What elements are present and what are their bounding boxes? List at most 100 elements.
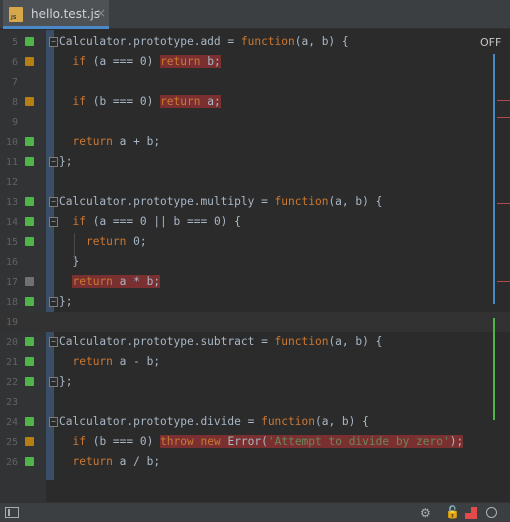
- code-line[interactable]: 16 }: [0, 252, 510, 272]
- line-number[interactable]: 15: [0, 237, 18, 248]
- code-token: a / b;: [112, 455, 161, 468]
- keyword-token: function: [274, 195, 329, 208]
- code-token: b;: [200, 55, 221, 68]
- line-number[interactable]: 26: [0, 457, 18, 468]
- code-line[interactable]: 25 if (b === 0) throw new Error('Attempt…: [0, 432, 510, 452]
- line-number[interactable]: 24: [0, 417, 18, 428]
- code-line[interactable]: 6 if (a === 0) return b;: [0, 52, 510, 72]
- notifications-icon[interactable]: [486, 507, 497, 518]
- keyword-token: if: [72, 215, 86, 228]
- hector-icon[interactable]: [465, 507, 477, 519]
- code-text: return a * b;: [59, 275, 161, 288]
- line-number[interactable]: 13: [0, 197, 18, 208]
- line-number[interactable]: 19: [0, 317, 18, 328]
- code-line[interactable]: 8 if (b === 0) return a;: [0, 92, 510, 112]
- keyword-token: return: [72, 355, 113, 368]
- keyword-token: new: [200, 435, 221, 448]
- code-line[interactable]: 23: [0, 392, 510, 412]
- code-line[interactable]: 9: [0, 112, 510, 132]
- panel-toggle-icon[interactable]: [5, 507, 19, 518]
- partial-coverage-marker[interactable]: [25, 437, 34, 446]
- code-token: Error(: [220, 435, 268, 448]
- error-stripe-mark[interactable]: [497, 100, 510, 101]
- line-number[interactable]: 17: [0, 277, 18, 288]
- uncovered-highlight: return a;: [160, 95, 221, 108]
- line-number[interactable]: 9: [0, 117, 18, 128]
- line-number[interactable]: 7: [0, 77, 18, 88]
- line-number[interactable]: 12: [0, 177, 18, 188]
- line-number[interactable]: 21: [0, 357, 18, 368]
- code-line[interactable]: 19: [0, 312, 510, 332]
- code-line[interactable]: 12: [0, 172, 510, 192]
- covered-marker[interactable]: [25, 237, 34, 246]
- scrollbar-track[interactable]: [493, 54, 495, 304]
- code-line[interactable]: 10 return a + b;: [0, 132, 510, 152]
- line-number[interactable]: 11: [0, 157, 18, 168]
- error-stripe-mark[interactable]: [497, 281, 510, 282]
- covered-marker[interactable]: [25, 157, 34, 166]
- code-line[interactable]: 7: [0, 72, 510, 92]
- fold-toggle-icon[interactable]: −: [49, 417, 58, 427]
- fold-toggle-icon[interactable]: −: [49, 337, 58, 347]
- uncovered-marker[interactable]: [25, 277, 34, 286]
- line-number[interactable]: 8: [0, 97, 18, 108]
- line-number[interactable]: 22: [0, 377, 18, 388]
- code-line[interactable]: 22 −};: [0, 372, 510, 392]
- settings-gear-icon[interactable]: ⚙: [420, 506, 431, 520]
- covered-marker[interactable]: [25, 197, 34, 206]
- partial-coverage-marker[interactable]: [25, 97, 34, 106]
- code-line[interactable]: 26 return a / b;: [0, 452, 510, 472]
- fold-toggle-icon[interactable]: −: [49, 217, 58, 227]
- code-token: a + b;: [112, 135, 161, 148]
- code-line[interactable]: 15 return 0;: [0, 232, 510, 252]
- covered-marker[interactable]: [25, 217, 34, 226]
- fold-toggle-icon[interactable]: −: [49, 37, 58, 47]
- inspection-off-badge[interactable]: OFF: [480, 36, 501, 49]
- tab-hello-test-js[interactable]: JS hello.test.js ×: [3, 0, 109, 29]
- line-number[interactable]: 20: [0, 337, 18, 348]
- covered-marker[interactable]: [25, 137, 34, 146]
- covered-marker[interactable]: [25, 297, 34, 306]
- code-token: }: [59, 255, 80, 268]
- code-line[interactable]: 14 − if (a === 0 || b === 0) {: [0, 212, 510, 232]
- fold-toggle-icon[interactable]: −: [49, 297, 58, 307]
- fold-toggle-icon[interactable]: −: [49, 157, 58, 167]
- lock-icon[interactable]: 🔓: [445, 505, 460, 519]
- code-line[interactable]: 18 −};: [0, 292, 510, 312]
- code-line[interactable]: 20 − Calculator.prototype.subtract = funct…: [0, 332, 510, 352]
- code-line[interactable]: 17 return a * b;: [0, 272, 510, 292]
- line-number[interactable]: 6: [0, 57, 18, 68]
- fold-toggle-icon[interactable]: −: [49, 197, 58, 207]
- line-number[interactable]: 18: [0, 297, 18, 308]
- line-number[interactable]: 16: [0, 257, 18, 268]
- code-text: return a - b;: [59, 355, 160, 368]
- covered-marker[interactable]: [25, 377, 34, 386]
- covered-marker[interactable]: [25, 337, 34, 346]
- code-token: (a === 0): [85, 55, 161, 68]
- line-number[interactable]: 5: [0, 37, 18, 48]
- code-line[interactable]: 24 − Calculator.prototype.divide = functio…: [0, 412, 510, 432]
- covered-marker[interactable]: [25, 357, 34, 366]
- code-line[interactable]: 5 − Calculator.prototype.add = function(a,…: [0, 32, 510, 52]
- line-number[interactable]: 14: [0, 217, 18, 228]
- code-text: };: [59, 295, 72, 308]
- error-stripe-mark[interactable]: [497, 117, 510, 118]
- covered-marker[interactable]: [25, 457, 34, 466]
- code-line[interactable]: 21 return a - b;: [0, 352, 510, 372]
- line-number[interactable]: 25: [0, 437, 18, 448]
- error-stripe-mark[interactable]: [497, 203, 510, 204]
- line-number[interactable]: 10: [0, 137, 18, 148]
- line-number[interactable]: 23: [0, 397, 18, 408]
- partial-coverage-marker[interactable]: [25, 57, 34, 66]
- fold-toggle-icon[interactable]: −: [49, 377, 58, 387]
- close-icon[interactable]: ×: [96, 6, 106, 20]
- code-line[interactable]: 11 −};: [0, 152, 510, 172]
- code-line[interactable]: 13 − Calculator.prototype.multiply = funct…: [0, 192, 510, 212]
- covered-marker[interactable]: [25, 417, 34, 426]
- covered-marker[interactable]: [25, 37, 34, 46]
- indent-guide: [74, 233, 75, 259]
